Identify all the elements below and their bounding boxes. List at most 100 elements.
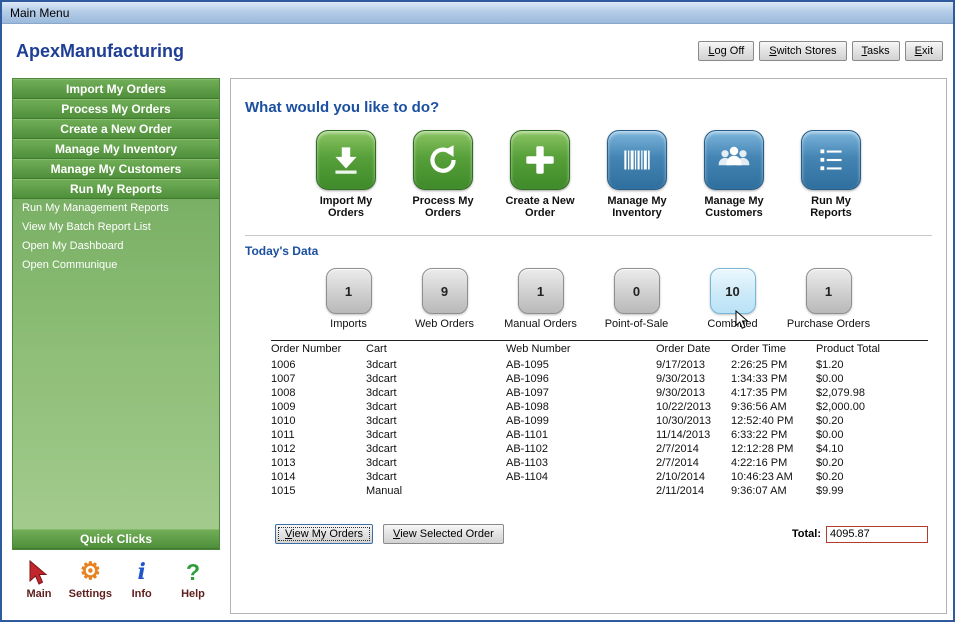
switch-stores-button[interactable]: Switch Stores (759, 41, 846, 61)
order-cell: 6:33:22 PM (731, 428, 816, 442)
order-cell: 10/30/2013 (656, 414, 731, 428)
order-cell: 3dcart (366, 470, 506, 484)
order-row-1011[interactable]: 10113dcartAB-110111/14/20136:33:22 PM$0.… (271, 428, 928, 442)
nav-settings-button[interactable]: ⚙Settings (65, 558, 115, 600)
order-cell: $4.10 (816, 442, 928, 456)
nav-label: Main (14, 588, 64, 600)
column-header-order-time: Order Time (731, 341, 816, 359)
order-cell: 10/22/2013 (656, 400, 731, 414)
nav-help-button[interactable]: ?Help (168, 558, 218, 600)
order-cell: $9.99 (816, 484, 928, 498)
sidebar-subitem-open-my-dashboard[interactable]: Open My Dashboard (13, 237, 219, 256)
counter-manual-orders: 1Manual Orders (496, 268, 586, 330)
counter-web-orders-button[interactable]: 9 (422, 268, 468, 314)
counter-web-orders: 9Web Orders (400, 268, 490, 330)
exit-button[interactable]: Exit (905, 41, 943, 61)
app-window: Main Menu ApexManufacturing Log Off Swit… (0, 0, 955, 622)
order-row-1007[interactable]: 10073dcartAB-10969/30/20131:34:33 PM$0.0… (271, 372, 928, 386)
order-row-1015[interactable]: 1015Manual2/11/20149:36:07 AM$9.99 (271, 484, 928, 498)
order-cell: $1.20 (816, 358, 928, 372)
header-buttons: Log Off Switch Stores Tasks Exit (698, 41, 943, 61)
order-row-1006[interactable]: 10063dcartAB-10959/17/20132:26:25 PM$1.2… (271, 358, 928, 372)
order-cell: 11/14/2013 (656, 428, 731, 442)
sidebar-item-import-my-orders[interactable]: Import My Orders (13, 79, 219, 99)
action-manage-my-customers-button[interactable]: Manage MyCustomers (696, 130, 772, 219)
order-row-1012[interactable]: 10123dcartAB-11022/7/201412:12:28 PM$4.1… (271, 442, 928, 456)
view-my-orders-button[interactable]: View My Orders (275, 524, 373, 544)
order-cell: $0.20 (816, 414, 928, 428)
barcode-icon (607, 130, 667, 190)
order-cell: AB-1098 (506, 400, 656, 414)
sidebar-item-process-my-orders[interactable]: Process My Orders (13, 99, 219, 119)
order-row-1010[interactable]: 10103dcartAB-109910/30/201312:52:40 PM$0… (271, 414, 928, 428)
order-cell: 4:22:16 PM (731, 456, 816, 470)
action-run-my-reports-button[interactable]: Run MyReports (793, 130, 869, 219)
order-cell: 9:36:07 AM (731, 484, 816, 498)
order-cell: 12:12:28 PM (731, 442, 816, 456)
import-arrow-icon (316, 130, 376, 190)
counter-manual-orders-button[interactable]: 1 (518, 268, 564, 314)
total-input[interactable] (826, 526, 928, 543)
nav-main-button[interactable]: Main (14, 558, 64, 600)
order-cell: 12:52:40 PM (731, 414, 816, 428)
order-cell: 3dcart (366, 372, 506, 386)
order-cell: 1012 (271, 442, 366, 456)
action-label: Manage MyCustomers (696, 195, 772, 219)
view-selected-order-button[interactable]: View Selected Order (383, 524, 504, 544)
order-cell: 2/11/2014 (656, 484, 731, 498)
order-cell: $2,079.98 (816, 386, 928, 400)
order-cell: 1013 (271, 456, 366, 470)
nav-info-button[interactable]: iInfo (117, 558, 167, 600)
order-cell: 2/7/2014 (656, 456, 731, 470)
sidebar-subitem-run-my-management-reports[interactable]: Run My Management Reports (13, 199, 219, 218)
order-cell: AB-1097 (506, 386, 656, 400)
counter-point-of-sale-button[interactable]: 0 (614, 268, 660, 314)
order-cell: 9/30/2013 (656, 372, 731, 386)
sidebar-quick-clicks[interactable]: Quick Clicks (13, 529, 219, 549)
order-cell: 1008 (271, 386, 366, 400)
counter-combined: 10Combined (688, 268, 778, 330)
report-list-icon (801, 130, 861, 190)
order-cell: 1014 (271, 470, 366, 484)
main-panel: What would you like to do? Import MyOrde… (230, 78, 947, 614)
counter-label: Purchase Orders (784, 318, 874, 330)
sidebar-item-create-a-new-order[interactable]: Create a New Order (13, 119, 219, 139)
sidebar-item-manage-my-inventory[interactable]: Manage My Inventory (13, 139, 219, 159)
sidebar-subitem-view-my-batch-report-list[interactable]: View My Batch Report List (13, 218, 219, 237)
sidebar-item-run-my-reports[interactable]: Run My Reports (13, 179, 219, 199)
action-import-my-orders-button[interactable]: Import MyOrders (308, 130, 384, 219)
order-cell: 1007 (271, 372, 366, 386)
counter-combined-button[interactable]: 10 (710, 268, 756, 314)
order-row-1008[interactable]: 10083dcartAB-10979/30/20134:17:35 PM$2,0… (271, 386, 928, 400)
order-cell: 3dcart (366, 456, 506, 470)
counter-imports-button[interactable]: 1 (326, 268, 372, 314)
actions-row: Import MyOrders Process MyOrders Create a … (231, 130, 946, 219)
column-header-order-number: Order Number (271, 341, 366, 359)
order-cell: 1:34:33 PM (731, 372, 816, 386)
column-header-web-number: Web Number (506, 341, 656, 359)
order-cell: 3dcart (366, 400, 506, 414)
brand-title: ApexManufacturing (16, 41, 184, 62)
counter-purchase-orders-button[interactable]: 1 (806, 268, 852, 314)
order-row-1009[interactable]: 10093dcartAB-109810/22/20139:36:56 AM$2,… (271, 400, 928, 414)
order-cell: 10:46:23 AM (731, 470, 816, 484)
sidebar-subitem-open-communique[interactable]: Open Communique (13, 256, 219, 275)
sidebar-item-manage-my-customers[interactable]: Manage My Customers (13, 159, 219, 179)
order-row-1014[interactable]: 10143dcartAB-11042/10/201410:46:23 AM$0.… (271, 470, 928, 484)
order-cell: AB-1101 (506, 428, 656, 442)
action-manage-my-inventory-button[interactable]: Manage MyInventory (599, 130, 675, 219)
action-process-my-orders-button[interactable]: Process MyOrders (405, 130, 481, 219)
action-create-a-new-order-button[interactable]: Create a NewOrder (502, 130, 578, 219)
order-cell: AB-1104 (506, 470, 656, 484)
process-refresh-icon (413, 130, 473, 190)
action-label: Run MyReports (793, 195, 869, 219)
tasks-button[interactable]: Tasks (852, 41, 900, 61)
order-row-1013[interactable]: 10133dcartAB-11032/7/20144:22:16 PM$0.20 (271, 456, 928, 470)
order-cell: $0.20 (816, 456, 928, 470)
order-cell: AB-1095 (506, 358, 656, 372)
order-cell: 9/30/2013 (656, 386, 731, 400)
action-label: Create a NewOrder (502, 195, 578, 219)
log-off-button[interactable]: Log Off (698, 41, 754, 61)
nav-label: Info (117, 588, 167, 600)
panel-footer: View My Orders View Selected Order Total… (275, 524, 928, 544)
